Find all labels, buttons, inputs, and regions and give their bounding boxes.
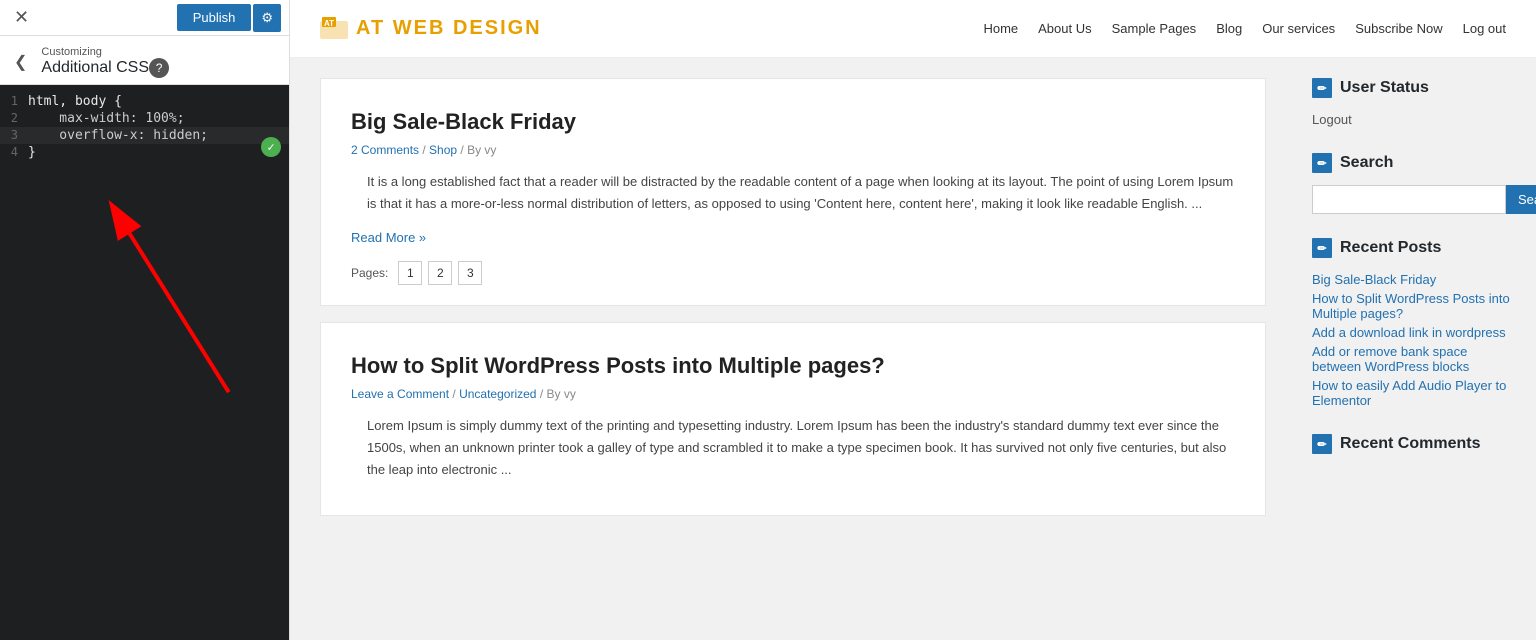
recent-posts-widget: ✏ Recent Posts Big Sale-Black Friday How… [1312,238,1520,410]
nav-blog[interactable]: Blog [1216,21,1242,36]
widget-icon: ✏ [1312,78,1332,98]
code-text: overflow-x: hidden; [28,128,208,143]
code-text: max-width: 100%; [28,111,185,126]
logo-text: AT WEB DESIGN [356,17,542,40]
user-status-widget: ✏ User Status Logout [1312,78,1520,129]
nav-logout[interactable]: Log out [1463,21,1506,36]
recent-post-link[interactable]: Big Sale-Black Friday [1312,270,1520,289]
code-text: } [28,145,36,160]
back-button[interactable]: ❮ [14,52,35,72]
section-title: Additional CSS ? [41,58,169,78]
recent-post-link[interactable]: How to easily Add Audio Player to Elemen… [1312,376,1520,410]
sidebar-logout-link[interactable]: Logout [1312,110,1520,129]
post-comments-link[interactable]: 2 Comments [351,143,419,157]
code-editor[interactable]: 1 html, body { 2 max-width: 100%; 3 over… [0,85,289,640]
line-number: 1 [0,94,28,108]
widget-title: ✏ Search [1312,153,1520,173]
code-text: html, body { [28,94,122,109]
left-panel: ✕ Publish ⚙ ❮ Customizing Additional CSS… [0,0,290,640]
customizing-label: Customizing [41,46,169,58]
pages-label: Pages: [351,266,388,280]
publish-button[interactable]: Publish [177,4,252,31]
nav-home[interactable]: Home [983,21,1018,36]
line-number: 3 [0,128,28,142]
top-bar: ✕ Publish ⚙ [0,0,289,36]
nav-about[interactable]: About Us [1038,21,1091,36]
posts-area: Big Sale-Black Friday 2 Comments / Shop … [290,58,1296,640]
post-category-link[interactable]: Uncategorized [459,387,536,401]
line-number: 2 [0,111,28,125]
site-logo: AT AT WEB DESIGN [320,17,542,41]
page-btn-3[interactable]: 3 [458,261,482,285]
page-btn-1[interactable]: 1 [398,261,422,285]
site-nav: Home About Us Sample Pages Blog Our serv… [983,21,1506,36]
post-title: Big Sale-Black Friday [351,109,1235,135]
search-button[interactable]: Search [1506,185,1536,214]
post-title: How to Split WordPress Posts into Multip… [351,353,1235,379]
widget-title: ✏ Recent Comments [1312,434,1520,454]
nav-sample-pages[interactable]: Sample Pages [1112,21,1197,36]
recent-posts-list: Big Sale-Black Friday How to Split WordP… [1312,270,1520,410]
right-content: AT AT WEB DESIGN Home About Us Sample Pa… [290,0,1536,640]
widget-icon: ✏ [1312,153,1332,173]
sidebar: ✏ User Status Logout ✏ Search Search [1296,58,1536,640]
recent-post-link[interactable]: Add a download link in wordpress [1312,323,1520,342]
nav-our-services[interactable]: Our services [1262,21,1335,36]
code-line-2: 2 max-width: 100%; [0,110,289,127]
widget-icon: ✏ [1312,238,1332,258]
search-widget: ✏ Search Search [1312,153,1520,214]
close-button[interactable]: ✕ [8,7,35,28]
nav-subscribe[interactable]: Subscribe Now [1355,21,1442,36]
customizer-header: ❮ Customizing Additional CSS ? [0,36,289,85]
logo-icon: AT [320,17,350,41]
read-more-link[interactable]: Read More » [351,230,426,245]
line-number: 4 [0,145,28,159]
autocomplete-icon: ✓ [261,137,281,157]
site-header: AT AT WEB DESIGN Home About Us Sample Pa… [290,0,1536,58]
post-comments-link[interactable]: Leave a Comment [351,387,449,401]
widget-content: Logout [1312,110,1520,129]
search-form: Search [1312,185,1520,214]
post-meta: 2 Comments / Shop / By vy [351,143,1235,157]
search-input[interactable] [1312,185,1506,214]
help-icon[interactable]: ? [149,58,169,78]
arrow-overlay [0,85,289,640]
main-area: Big Sale-Black Friday 2 Comments / Shop … [290,58,1536,640]
recent-comments-widget: ✏ Recent Comments [1312,434,1520,454]
code-line-3: 3 overflow-x: hidden; ✓ [0,127,289,144]
svg-text:AT: AT [324,19,334,28]
post-meta: Leave a Comment / Uncategorized / By vy [351,387,1235,401]
code-line-1: 1 html, body { [0,93,289,110]
widget-icon: ✏ [1312,434,1332,454]
post-excerpt: Lorem Ipsum is simply dummy text of the … [351,415,1235,481]
post-excerpt: It is a long established fact that a rea… [351,171,1235,215]
gear-button[interactable]: ⚙ [253,4,281,32]
recent-post-link[interactable]: Add or remove bank space between WordPre… [1312,342,1520,376]
recent-post-link[interactable]: How to Split WordPress Posts into Multip… [1312,289,1520,323]
post-card: Big Sale-Black Friday 2 Comments / Shop … [320,78,1266,306]
post-category-link[interactable]: Shop [429,143,457,157]
post-card: How to Split WordPress Posts into Multip… [320,322,1266,516]
page-btn-2[interactable]: 2 [428,261,452,285]
pagination: Pages: 1 2 3 [351,261,1235,285]
widget-title: ✏ Recent Posts [1312,238,1520,258]
widget-title: ✏ User Status [1312,78,1520,98]
code-line-4: 4 } [0,144,289,161]
